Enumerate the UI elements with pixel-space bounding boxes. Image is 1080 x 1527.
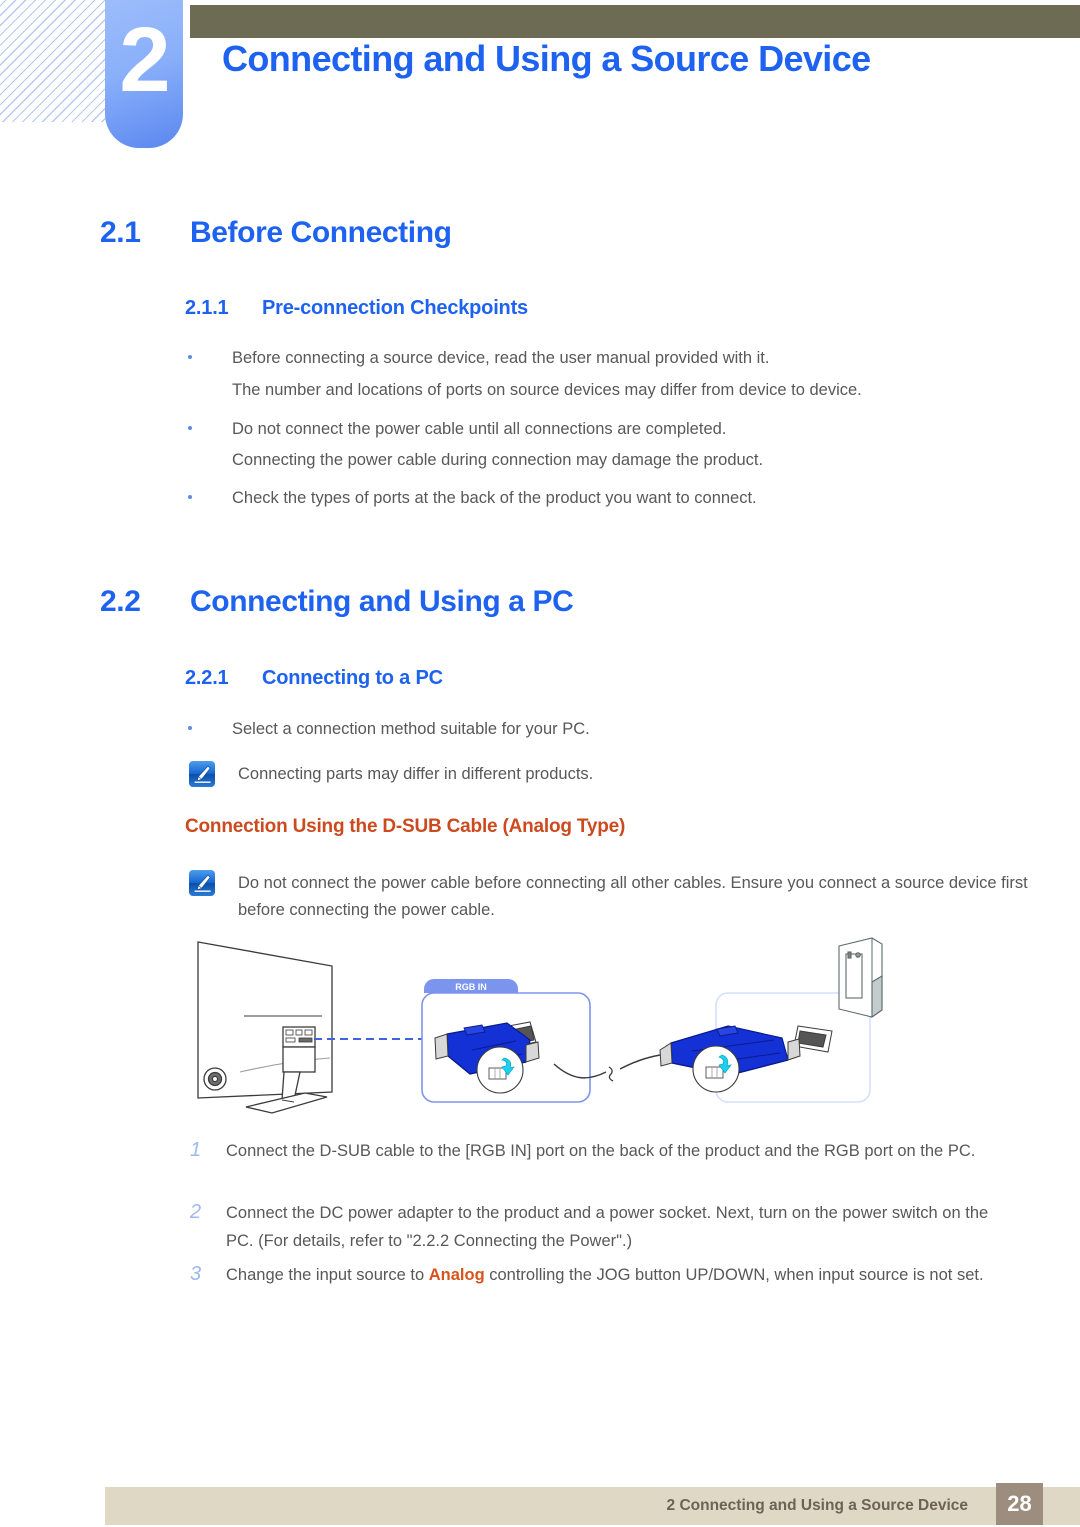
step-number: 3 (190, 1263, 202, 1285)
port-label-rgb-in: RGB IN (455, 982, 487, 992)
step-text-after: controlling the JOG button UP/DOWN, when… (484, 1266, 984, 1284)
step-text: Change the input source to Analog contro… (226, 1261, 1015, 1289)
section-title-2-2: Connecting and Using a PC (190, 585, 574, 618)
list-item: Select a connection method suitable for … (185, 718, 1015, 740)
bullet-subtext: The number and locations of ports on sou… (232, 381, 862, 399)
subsection-title-2-2-1: Connecting to a PC (262, 667, 443, 689)
subsection-number-2-2-1: 2.2.1 (185, 667, 229, 689)
section-heading-2-2: 2.2 Connecting and Using a PC (100, 585, 574, 619)
bullet-text: Before connecting a source device, read … (232, 349, 770, 367)
section-number-2-2: 2.2 (100, 585, 141, 618)
chapter-title: Connecting and Using a Source Device (222, 38, 871, 79)
step-text-before: Change the input source to (226, 1266, 429, 1284)
footer-chapter-label: 2 Connecting and Using a Source Device (666, 1497, 968, 1514)
note-text: Do not connect the power cable before co… (238, 874, 1028, 919)
step-text: Connect the DC power adapter to the prod… (226, 1204, 989, 1250)
list-item: Before connecting a source device, read … (185, 347, 1015, 369)
dsub-connection-heading: Connection Using the D-SUB Cable (Analog… (185, 816, 626, 837)
step-item: 1 Connect the D-SUB cable to the [RGB IN… (185, 1137, 1015, 1165)
section-number-2-1: 2.1 (100, 216, 141, 249)
bullet-dot-icon (188, 726, 192, 730)
note-block: Do not connect the power cable before co… (189, 870, 1028, 924)
bullet-subtext: Connecting the power cable during connec… (232, 451, 764, 469)
step-item: 3 Change the input source to Analog cont… (185, 1261, 1015, 1289)
list-item: Do not connect the power cable until all… (185, 418, 1015, 440)
subsection-heading-2-2-1: 2.2.1 Connecting to a PC (185, 667, 443, 690)
monitor-illustration (197, 941, 333, 1114)
subsection-title-2-1-1: Pre-connection Checkpoints (262, 297, 528, 319)
bullet-text: Check the types of ports at the back of … (232, 489, 757, 507)
note-block: Connecting parts may differ in different… (189, 761, 1028, 788)
note-pen-icon (189, 870, 215, 896)
chapter-number-badge: 2 (105, 0, 183, 148)
subsection-number-2-1-1: 2.1.1 (185, 297, 229, 319)
step-text: Connect the D-SUB cable to the [RGB IN] … (226, 1142, 976, 1160)
screw-tighten-callout-left (476, 1046, 524, 1094)
header-olive-bar (190, 5, 1080, 38)
step-item: 2 Connect the DC power adapter to the pr… (185, 1199, 1015, 1255)
section-heading-2-1: 2.1 Before Connecting (100, 216, 452, 250)
step-highlight-analog: Analog (428, 1266, 485, 1284)
list-item: Check the types of ports at the back of … (185, 487, 1015, 509)
footer-page-number: 28 (996, 1483, 1043, 1525)
step-number: 1 (190, 1139, 202, 1161)
note-text: Connecting parts may differ in different… (238, 765, 594, 783)
note-pen-icon (189, 761, 215, 787)
bullet-dot-icon (188, 495, 192, 499)
bullet-text: Select a connection method suitable for … (232, 720, 590, 738)
subsection-heading-2-1-1: 2.1.1 Pre-connection Checkpoints (185, 297, 528, 320)
cable-break-mark (608, 1066, 614, 1082)
bullet-dot-icon (188, 355, 192, 359)
screw-tighten-callout-right (692, 1045, 740, 1093)
pc-tower-illustration (838, 937, 883, 1019)
dsub-connection-illustration: RGB IN (182, 932, 902, 1128)
step-number: 2 (190, 1201, 202, 1223)
bullet-text: Do not connect the power cable until all… (232, 420, 727, 438)
section-title-2-1: Before Connecting (190, 216, 452, 249)
bullet-dot-icon (188, 426, 192, 430)
